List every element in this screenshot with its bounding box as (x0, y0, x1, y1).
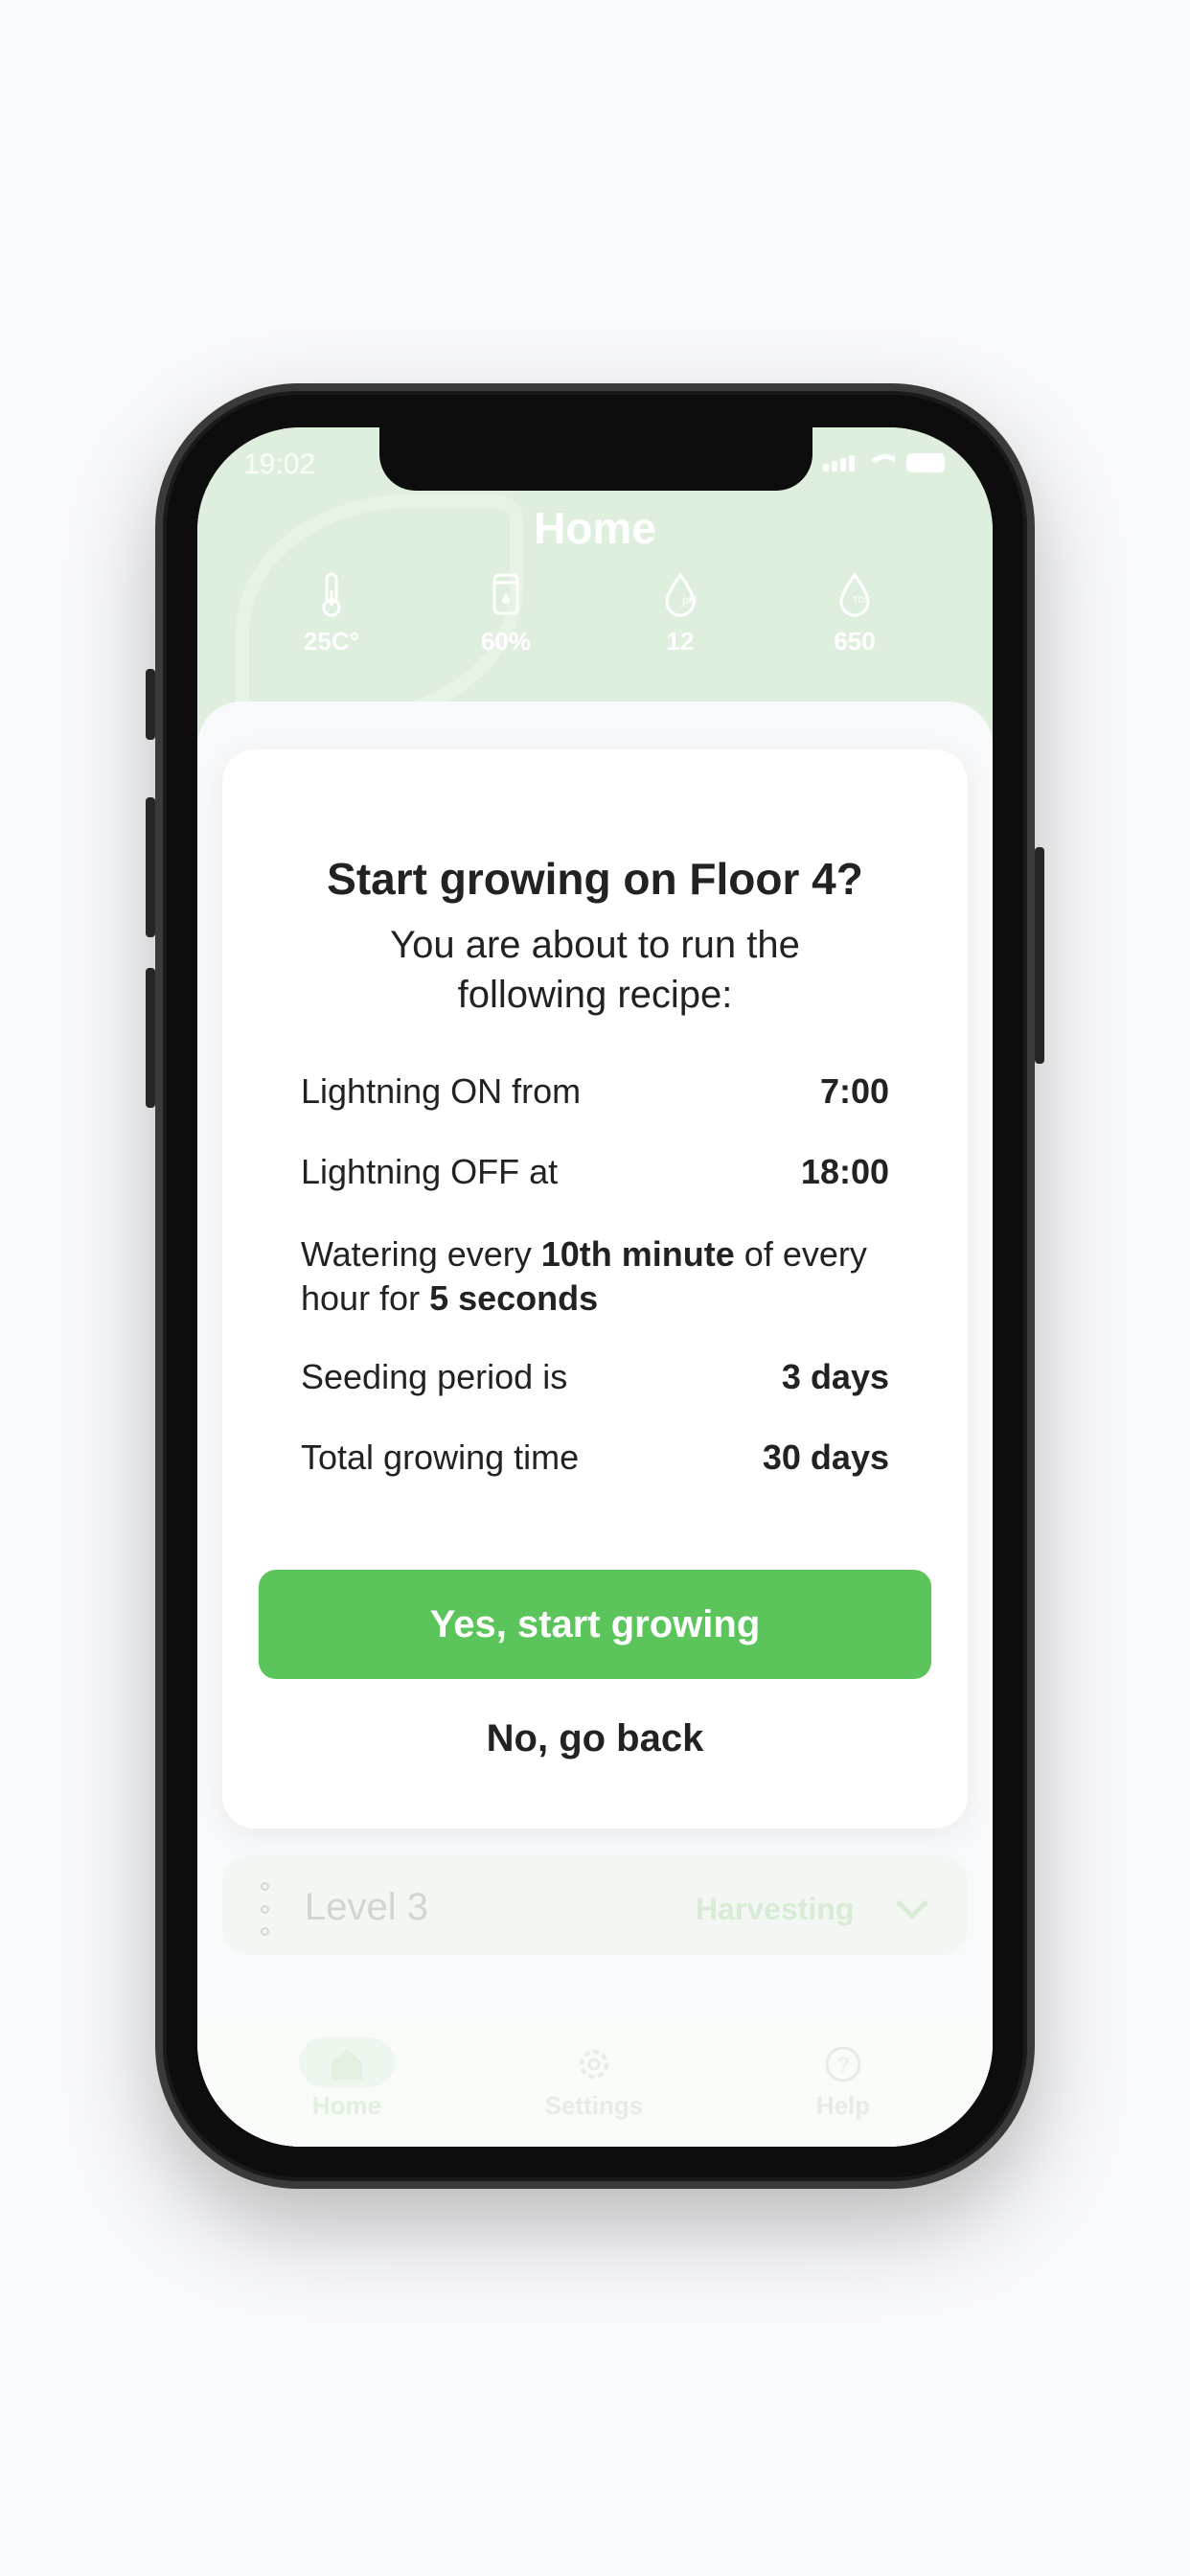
home-icon (332, 2049, 362, 2080)
tab-settings[interactable]: Settings (517, 2043, 671, 2121)
watering-interval: 10th minute (540, 1234, 735, 1274)
help-icon: ? (825, 2046, 861, 2082)
recipe-value: 30 days (762, 1438, 889, 1477)
tab-help-label: Help (815, 2091, 871, 2120)
tab-home-label: Home (311, 2091, 382, 2120)
svg-text:TDS: TDS (853, 595, 870, 605)
level-status: Harvesting (696, 1892, 855, 1926)
wifi-icon (866, 452, 895, 473)
thermometer-icon (322, 572, 341, 617)
watering-duration: 5 seconds (429, 1278, 599, 1318)
ph-value: 12 (666, 627, 695, 656)
cellular-signal-icon (823, 454, 855, 472)
recipe-label: Lightning OFF at (301, 1152, 559, 1191)
notch (379, 427, 812, 491)
recipe-value: 3 days (781, 1357, 889, 1396)
sensor-water-level: 60% (448, 571, 563, 656)
tds-drop-icon: TDS (839, 572, 870, 617)
drag-handle-icon[interactable] (259, 1882, 270, 1936)
mute-switch (146, 669, 155, 740)
tab-home[interactable]: Home (270, 2043, 423, 2121)
volume-down-button (146, 968, 155, 1108)
page-title: Home (534, 503, 656, 553)
sensor-ph: pH 12 (623, 571, 738, 656)
sensor-tds: TDS 650 (797, 571, 912, 656)
battery-icon (906, 453, 945, 472)
dialog-subtitle: You are about to run the following recip… (390, 924, 800, 1016)
confirm-dialog: Start growing on Floor 4? You are about … (222, 749, 968, 1828)
ph-drop-icon: pH (665, 572, 697, 617)
recipe-value: 7:00 (819, 1071, 889, 1111)
recipe-value: 18:00 (800, 1152, 889, 1191)
level-label: Level 3 (305, 1886, 428, 1928)
sensor-readings: 25C° 60% pH 12 TDS 650 (197, 571, 993, 677)
svg-text:pH: pH (682, 593, 697, 607)
recipe-row-watering: Watering every 10th minute of every hour… (301, 1232, 889, 1321)
go-back-button[interactable]: No, go back (259, 1698, 931, 1779)
temperature-value: 25C° (303, 627, 360, 656)
tab-settings-label: Settings (544, 2091, 644, 2120)
start-growing-button[interactable]: Yes, start growing (259, 1570, 931, 1679)
phone-screen: 19:02 Home 25C° 60% pH 12 TDS 650 Level … (197, 427, 993, 2147)
recipe-label: Total growing time (301, 1438, 580, 1477)
recipe-label: Lightning ON from (301, 1071, 582, 1111)
volume-up-button (146, 797, 155, 937)
tab-help[interactable]: ? Help (767, 2043, 920, 2121)
status-time: 19:02 (243, 448, 316, 480)
gear-icon (580, 2050, 608, 2079)
recipe-label: Seeding period is (301, 1357, 568, 1396)
dialog-title: Start growing on Floor 4? (327, 854, 863, 904)
watering-text: Watering every (301, 1234, 541, 1274)
water-level-value: 60% (480, 627, 532, 656)
sensor-temperature: 25C° (274, 571, 389, 656)
status-icons (823, 452, 945, 473)
water-tank-icon (492, 573, 519, 615)
tds-value: 650 (834, 627, 876, 656)
power-button (1035, 847, 1044, 1064)
svg-text:?: ? (837, 2053, 849, 2077)
